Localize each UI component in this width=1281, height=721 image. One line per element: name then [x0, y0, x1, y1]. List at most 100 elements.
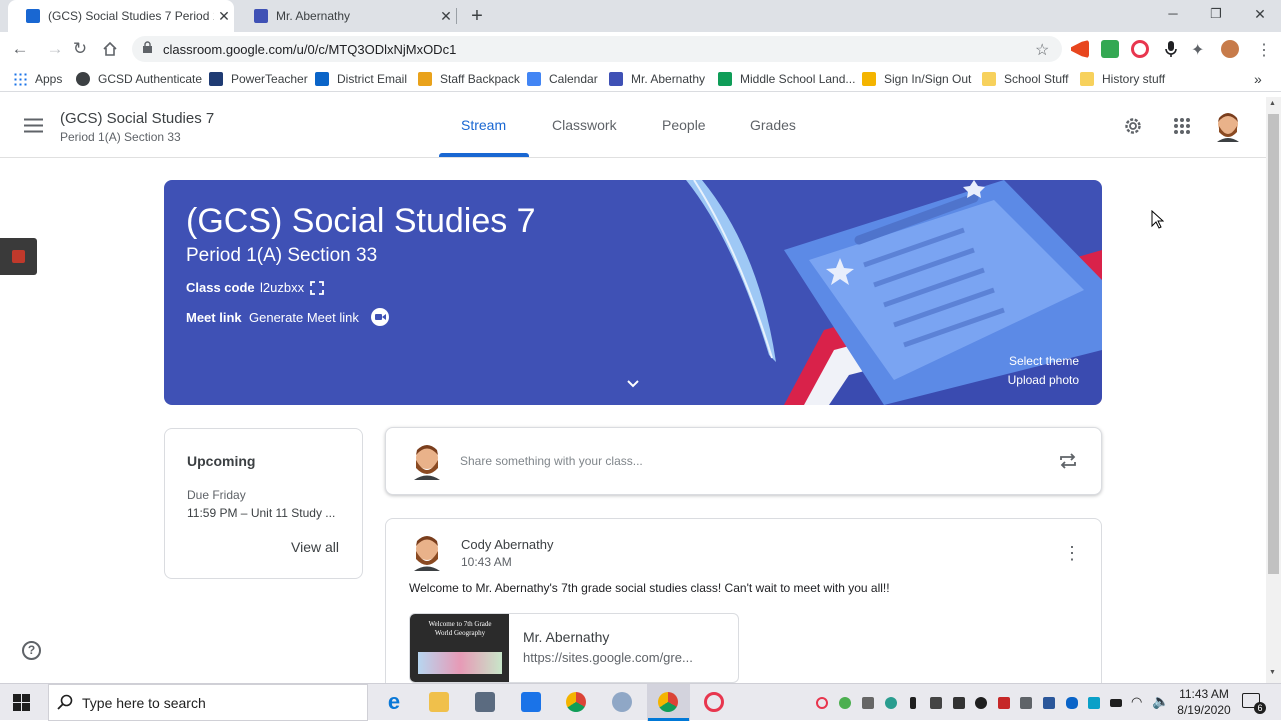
tray-wifi-icon[interactable]: ◠ [1131, 694, 1142, 710]
mail-icon[interactable] [521, 692, 541, 712]
star-bookmark-icon[interactable]: ☆ [1035, 40, 1049, 60]
edge-browser-icon[interactable]: e [384, 691, 404, 713]
tray-bluetooth-icon[interactable] [1066, 697, 1078, 709]
bookmark-history-stuff[interactable]: History stuff [1080, 71, 1165, 87]
bookmark-sign-in-out[interactable]: Sign In/Sign Out [862, 71, 971, 87]
browser-menu-icon[interactable]: ⋮ [1256, 40, 1272, 60]
megaphone-extension-icon[interactable] [1071, 40, 1089, 58]
bookmark-label: Calendar [549, 72, 598, 86]
bookmark-gcsd-authenticate[interactable]: GCSD Authenticate [76, 71, 202, 87]
close-tab-icon[interactable]: ✕ [436, 8, 456, 25]
bookmarks-overflow-button[interactable]: » [1254, 71, 1262, 87]
pink-swirl-extension-icon[interactable] [1131, 40, 1149, 58]
home-icon[interactable] [99, 38, 121, 60]
select-theme-link[interactable]: Select theme [1009, 354, 1079, 368]
chrome-icon[interactable] [566, 692, 586, 712]
tray-swirl-icon[interactable] [816, 697, 828, 709]
tray-network-drive-icon[interactable] [862, 697, 874, 709]
store-icon[interactable] [475, 692, 495, 712]
reload-icon[interactable]: ↻ [69, 38, 91, 60]
account-avatar-icon[interactable] [1213, 110, 1243, 147]
user-avatar-icon [411, 442, 443, 485]
maximize-button[interactable]: ❐ [1206, 6, 1226, 22]
close-tab-icon[interactable]: ✕ [214, 8, 234, 25]
help-icon[interactable]: ? [22, 641, 41, 660]
new-tab-button[interactable]: + [466, 5, 488, 27]
scrollbar-thumb[interactable] [1268, 114, 1279, 574]
view-all-button[interactable]: View all [291, 539, 339, 555]
tab-stream[interactable]: Stream [461, 117, 506, 133]
gear-badge-icon [76, 72, 90, 86]
fullscreen-icon[interactable] [310, 281, 324, 300]
scroll-down-arrow-icon[interactable]: ▼ [1269, 669, 1276, 676]
share-box[interactable]: Share something with your class... [385, 427, 1102, 495]
attachment-card[interactable]: Welcome to 7th Grade World Geography Mr.… [409, 613, 739, 683]
green-extension-icon[interactable] [1101, 40, 1119, 58]
tray-volume-icon[interactable]: 🔈 [1152, 693, 1169, 710]
post-card: Cody Abernathy 10:43 AM ⋮ Welcome to Mr.… [385, 518, 1102, 698]
bookmark-label: History stuff [1102, 72, 1166, 86]
tray-device-icon[interactable] [1020, 697, 1032, 709]
google-apps-grid-icon[interactable] [1174, 118, 1190, 139]
attachment-title: Mr. Abernathy [523, 629, 610, 645]
notification-badge: 6 [1254, 702, 1266, 714]
tray-display-icon[interactable] [930, 697, 942, 709]
folder-icon [982, 72, 996, 86]
bookmark-mr-abernathy[interactable]: Mr. Abernathy [609, 71, 705, 87]
microphone-extension-icon[interactable] [1162, 40, 1180, 58]
tray-screen-icon[interactable] [1088, 697, 1100, 709]
tray-sync-icon[interactable] [885, 697, 897, 709]
app-icon[interactable] [612, 692, 632, 712]
tray-battery-icon[interactable] [1110, 699, 1122, 707]
page-scrollbar[interactable]: ▲ ▼ [1266, 97, 1281, 683]
tray-power-icon[interactable] [975, 697, 987, 709]
taskbar-search-box[interactable]: Type here to search [48, 684, 368, 721]
minimize-button[interactable]: ─ [1163, 6, 1183, 21]
bookmark-powerteacher[interactable]: PowerTeacher [209, 71, 308, 87]
pink-swirl-app-icon[interactable] [704, 692, 724, 712]
side-widget-button[interactable] [0, 238, 37, 275]
close-window-button[interactable]: ✕ [1250, 6, 1270, 23]
bookmark-district-email[interactable]: District Email [315, 71, 407, 87]
profile-avatar-icon[interactable] [1221, 40, 1239, 58]
repost-icon[interactable] [1059, 452, 1077, 475]
upload-photo-link[interactable]: Upload photo [1008, 373, 1079, 387]
upcoming-assignment-link[interactable]: 11:59 PM – Unit 11 Study ... [187, 506, 335, 520]
tab-people[interactable]: People [662, 117, 706, 133]
tray-word-icon[interactable] [1043, 697, 1055, 709]
bookmark-apps[interactable]: Apps [13, 71, 62, 87]
taskbar-clock-time[interactable]: 11:43 AM [1172, 687, 1236, 701]
tab-classwork[interactable]: Classwork [552, 117, 617, 133]
bookmark-school-stuff[interactable]: School Stuff [982, 71, 1069, 87]
bookmark-staff-backpack[interactable]: Staff Backpack [418, 71, 520, 87]
more-options-icon[interactable]: ⋮ [1063, 543, 1081, 564]
share-placeholder[interactable]: Share something with your class... [460, 454, 643, 468]
tray-app-icon[interactable] [953, 697, 965, 709]
bookmark-label: GCSD Authenticate [98, 72, 203, 86]
generate-meet-link[interactable]: Generate Meet link [249, 310, 359, 325]
expand-chevron-icon[interactable] [627, 375, 639, 393]
address-bar[interactable]: classroom.google.com/u/0/c/MTQ3ODlxNjMxO… [132, 36, 1062, 62]
tab-grades[interactable]: Grades [750, 117, 796, 133]
chrome-active-icon[interactable] [658, 692, 678, 712]
hamburger-menu-icon[interactable] [24, 118, 43, 138]
puzzle-extensions-icon[interactable]: ✦ [1191, 40, 1209, 59]
scroll-up-arrow-icon[interactable]: ▲ [1269, 100, 1276, 107]
bookmark-middle-school-land[interactable]: Middle School Land... [718, 71, 855, 87]
settings-gear-icon[interactable] [1123, 116, 1143, 141]
tab-mr-abernathy[interactable]: Mr. Abernathy ✕ [236, 0, 456, 32]
bookmark-calendar[interactable]: Calendar [527, 71, 598, 87]
windows-start-icon[interactable] [13, 694, 30, 716]
taskbar-clock-date[interactable]: 8/19/2020 [1172, 703, 1236, 717]
meet-video-icon[interactable] [371, 308, 389, 326]
course-title[interactable]: (GCS) Social Studies 7 [60, 110, 214, 127]
file-explorer-icon[interactable] [429, 692, 449, 712]
due-label: Due Friday [187, 488, 246, 502]
forward-arrow-icon[interactable]: → [44, 38, 66, 60]
tray-mic-icon[interactable] [910, 697, 916, 709]
back-arrow-icon[interactable]: ← [9, 38, 31, 60]
tray-x-icon[interactable] [998, 697, 1010, 709]
tray-chrome-icon[interactable] [839, 697, 851, 709]
class-code-value[interactable]: l2uzbxx [260, 280, 304, 295]
tab-classroom[interactable]: (GCS) Social Studies 7 Period 1(A ✕ [8, 0, 234, 32]
